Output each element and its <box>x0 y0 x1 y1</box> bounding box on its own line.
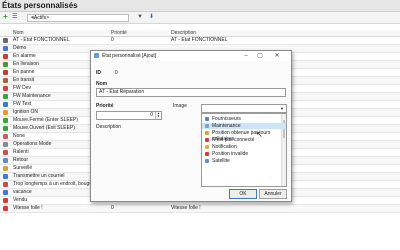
state-icon <box>3 62 8 67</box>
state-icon <box>3 142 8 147</box>
state-icon <box>3 206 8 211</box>
option-icon <box>205 145 209 149</box>
state-icon <box>3 174 8 179</box>
window-titlebar: États personnalisés <box>0 0 400 12</box>
state-icon <box>3 150 8 155</box>
row-priority: 0 <box>111 37 114 43</box>
image-options-list: Fournisseurs Maintenance Position obtenue … <box>201 113 287 187</box>
id-value: 0 <box>115 70 118 76</box>
spin-arrows-icon[interactable]: ▲ ▼ <box>155 112 161 119</box>
image-option-label: Position invalide <box>212 151 249 157</box>
option-icon <box>205 152 209 156</box>
image-option-label: Maintenance <box>212 123 241 129</box>
state-icon <box>3 182 8 187</box>
column-priority[interactable]: Priorité <box>111 30 127 36</box>
name-input[interactable]: AT - État Réparation <box>96 88 286 97</box>
image-option[interactable]: Satellite <box>202 158 286 164</box>
option-icon <box>205 124 209 128</box>
mouse-cursor-icon: ↖ <box>256 130 263 139</box>
row-name: AT - État FONCTIONNEL <box>13 37 70 43</box>
filter-icon[interactable]: ▼ <box>137 14 143 20</box>
image-option[interactable]: Maintenance <box>202 123 286 129</box>
name-input-value: AT - État Réparation <box>99 89 145 95</box>
chevron-down-icon: ▼ <box>31 15 35 20</box>
close-button[interactable]: ✕ <box>272 52 282 60</box>
table-row[interactable]: Vitesse folle ! 0 Vitesse folle ! <box>0 205 400 213</box>
state-icon <box>3 70 8 75</box>
state-icon <box>3 102 8 107</box>
add-state-dialog: État personnalisé [Ajout] – ▢ ✕ ID 0 Nom… <box>90 50 292 202</box>
row-name: Vitesse folle ! <box>13 205 43 211</box>
state-icon <box>3 158 8 163</box>
app-icon <box>94 53 99 58</box>
image-option[interactable]: N'est pas connecté <box>202 137 286 143</box>
status-filter-select[interactable]: <Actifs> ▼ <box>27 14 129 22</box>
option-icon <box>205 117 209 121</box>
plus-icon[interactable]: + <box>3 13 9 21</box>
window-title: États personnalisés <box>2 1 78 10</box>
image-label: Image <box>173 103 187 109</box>
image-option-label: Notification <box>212 144 237 150</box>
state-icon <box>3 46 8 51</box>
image-option-label: N'est pas connecté <box>212 137 255 143</box>
row-description: AT - État FONCTIONNEL <box>171 37 228 43</box>
state-icon <box>3 38 8 43</box>
list-icon[interactable]: ☰ <box>12 14 18 20</box>
image-option[interactable]: Position obtenue par tours cellulaires <box>202 130 286 142</box>
ok-button[interactable]: OK <box>229 189 257 199</box>
id-label: ID <box>96 70 101 76</box>
toolbar: + ☰ <Actifs> ▼ ▼ ⬇ <box>0 12 400 24</box>
state-icon <box>3 190 8 195</box>
image-option[interactable]: Notification <box>202 144 286 150</box>
dialog-titlebar: État personnalisé [Ajout] – ▢ ✕ <box>91 51 291 61</box>
maximize-button[interactable]: ▢ <box>255 52 265 60</box>
state-icon <box>3 166 8 171</box>
image-select[interactable]: ▼ <box>201 104 287 113</box>
chevron-down-icon: ▼ <box>280 106 284 111</box>
name-label: Nom <box>96 81 108 87</box>
row-priority: 0 <box>111 205 114 211</box>
image-option[interactable]: Position invalide <box>202 151 286 157</box>
description-label: Description <box>96 124 122 130</box>
state-icon <box>3 118 8 123</box>
state-icon <box>3 134 8 139</box>
state-icon <box>3 86 8 91</box>
option-icon <box>205 131 209 135</box>
state-icon <box>3 126 8 131</box>
state-icon <box>3 110 8 115</box>
table-row[interactable]: AT - État FONCTIONNEL 0 AT - État FONCTION… <box>0 37 400 45</box>
state-icon <box>3 94 8 99</box>
minimize-button[interactable]: – <box>241 52 251 60</box>
column-description[interactable]: Description <box>171 30 196 36</box>
dialog-title: État personnalisé [Ajout] <box>102 53 157 59</box>
column-name[interactable]: Nom <box>13 30 24 36</box>
image-option-label: Satellite <box>212 158 230 164</box>
priority-label: Priorité <box>96 103 114 109</box>
option-icon <box>205 138 209 142</box>
state-icon <box>3 78 8 83</box>
grid-header: Nom Priorité Description <box>0 30 400 37</box>
image-option[interactable]: Fournisseurs <box>202 116 286 122</box>
cancel-button[interactable]: Annuler <box>259 189 287 199</box>
image-option-label: Fournisseurs <box>212 116 241 122</box>
priority-value: 0 <box>150 112 153 118</box>
option-icon <box>205 159 209 163</box>
priority-stepper[interactable]: 0 ▲ ▼ <box>96 111 162 120</box>
state-icon <box>3 54 8 59</box>
row-description: Vitesse folle ! <box>171 205 201 211</box>
state-icon <box>3 198 8 203</box>
export-icon[interactable]: ⬇ <box>149 14 155 20</box>
